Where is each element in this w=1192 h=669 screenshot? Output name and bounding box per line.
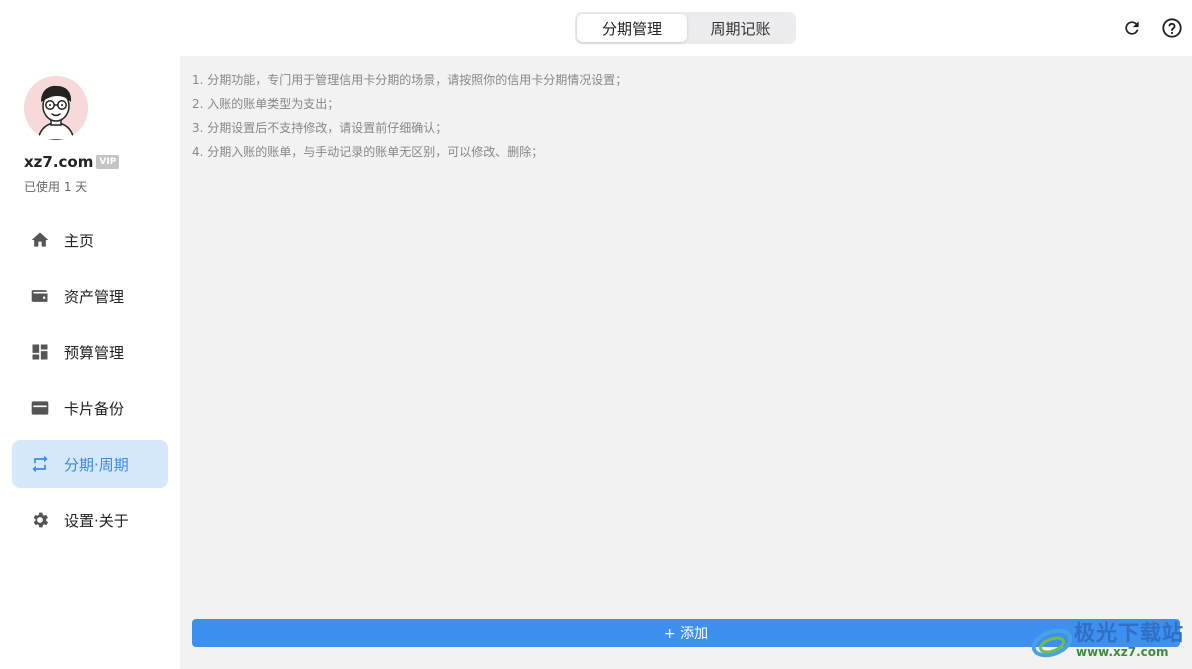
avatar[interactable] [24,76,88,140]
gear-icon [30,510,50,530]
sidebar-item-installment[interactable]: 分期·周期 [12,440,168,488]
sidebar-item-label: 分期·周期 [64,455,129,474]
main-panel: 1. 分期功能，专门用于管理信用卡分期的场景，请按照你的信用卡分期情况设置； 2… [180,56,1192,669]
sidebar: xz7.com VIP 已使用 1 天 主页 资产管理 预算管理 卡片备份 分期… [0,56,180,669]
sidebar-item-card-backup[interactable]: 卡片备份 [12,384,168,432]
sidebar-item-label: 设置·关于 [64,511,129,530]
watermark-swirl-icon [1031,628,1073,658]
sidebar-item-label: 主页 [64,231,95,250]
sidebar-item-label: 资产管理 [64,287,125,306]
instructions-list: 1. 分期功能，专门用于管理信用卡分期的场景，请按照你的信用卡分期情况设置； 2… [192,68,627,164]
user-info: xz7.com VIP [24,153,120,171]
sidebar-item-label: 卡片备份 [64,399,125,418]
help-circle-icon[interactable] [1160,16,1184,40]
mode-segmented-control: 分期管理 周期记账 [575,12,796,44]
usage-days: 已使用 1 天 [24,180,88,194]
repeat-icon [30,454,50,474]
watermark-logo: 极光下载站 www.xz7.com [1030,617,1190,667]
instruction-item: 3. 分期设置后不支持修改，请设置前仔细确认； [192,121,448,135]
tab-recurring[interactable]: 周期记账 [687,14,794,42]
sidebar-nav: 主页 资产管理 预算管理 卡片备份 分期·周期 设置·关于 [12,216,168,552]
watermark-title: 极光下载站 [1074,621,1184,645]
sidebar-item-home[interactable]: 主页 [12,216,168,264]
watermark-url: www.xz7.com [1076,645,1169,659]
card-icon [30,398,50,418]
dashboard-icon [30,342,50,362]
instruction-item: 1. 分期功能，专门用于管理信用卡分期的场景，请按照你的信用卡分期情况设置； [192,73,628,87]
instruction-item: 4. 分期入账的账单，与手动记录的账单无区别，可以修改、删除； [192,145,544,159]
sidebar-item-settings[interactable]: 设置·关于 [12,496,168,544]
instruction-item: 2. 入账的账单类型为支出； [192,97,340,111]
refresh-icon[interactable] [1120,16,1144,40]
sidebar-item-label: 预算管理 [64,343,125,362]
home-icon [30,230,50,250]
sidebar-item-assets[interactable]: 资产管理 [12,272,168,320]
username: xz7.com [24,153,94,171]
wallet-icon [30,286,50,306]
sidebar-item-budget[interactable]: 预算管理 [12,328,168,376]
tab-installment[interactable]: 分期管理 [577,14,687,42]
vip-badge: VIP [96,155,120,169]
